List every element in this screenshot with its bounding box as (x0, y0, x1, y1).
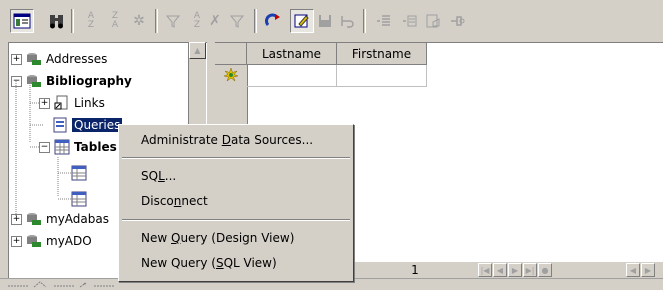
database-icon (27, 235, 41, 247)
database-icon (27, 53, 41, 65)
menu-item-new-query-sql-view[interactable]: New Query (SQL View) (122, 252, 348, 274)
menu-separator (122, 219, 350, 221)
last-record-icon[interactable]: ▶| (523, 263, 537, 277)
collapse-icon[interactable]: − (11, 75, 22, 87)
menu-item-administrate-data-sources[interactable]: Administrate Data Sources... (122, 129, 348, 151)
find-icon[interactable] (46, 10, 68, 32)
tables-icon (54, 139, 70, 155)
tree-item-queries[interactable]: Queries (39, 115, 123, 135)
table-icon (71, 191, 87, 207)
expand-icon[interactable]: + (39, 97, 50, 109)
sort-ascending-icon[interactable]: AZ (80, 10, 102, 32)
table-icon (71, 165, 87, 181)
links-icon (54, 95, 68, 110)
tree-item-label: Addresses (46, 52, 108, 66)
splitter-grip-icon[interactable] (6, 280, 116, 289)
next-record-icon[interactable]: ▶ (508, 263, 522, 277)
scroll-up-arrow-icon[interactable]: ▲ (189, 42, 206, 59)
expand-icon[interactable]: + (11, 235, 22, 247)
save-record-icon[interactable] (314, 10, 336, 32)
menu-item-sql[interactable]: SQL... (122, 165, 348, 187)
menu-item-new-query-design-view[interactable]: New Query (Design View) (122, 227, 348, 249)
column-header-lastname[interactable]: Lastname (247, 43, 337, 65)
new-record-nav-icon[interactable]: ● (538, 263, 552, 277)
new-row-firstname-cell[interactable] (337, 65, 427, 87)
data-source-icon[interactable] (446, 10, 468, 32)
database-icon (27, 213, 41, 225)
undo-icon[interactable] (336, 10, 358, 32)
menu-item-disconnect[interactable]: Disconnect (122, 190, 348, 212)
tree-item-label: Bibliography (46, 74, 132, 88)
grid-corner[interactable] (215, 43, 247, 65)
tree-item-myadabas[interactable]: + myAdabas (11, 209, 109, 229)
refresh-icon[interactable] (262, 10, 284, 32)
expand-icon[interactable]: + (11, 213, 22, 225)
tree-item-label: myADO (46, 234, 92, 248)
toolbar: AZ ZA ✲ AZ ✗ (0, 0, 663, 40)
mail-merge-icon[interactable] (422, 10, 444, 32)
first-record-icon[interactable]: |◀ (478, 263, 492, 277)
auto-sort-icon[interactable]: ✲ (128, 10, 150, 32)
tree-item-label: Tables (74, 140, 117, 154)
tree-item-table[interactable] (71, 189, 91, 209)
remove-filter-icon[interactable] (226, 10, 248, 32)
edit-data-icon[interactable] (290, 9, 314, 33)
expand-icon[interactable]: + (11, 53, 22, 65)
explorer-toggle-icon[interactable] (10, 9, 34, 33)
tree-item-label: Links (74, 96, 105, 110)
context-menu: Administrate Data Sources... SQL... Disc… (118, 124, 354, 282)
collapse-icon[interactable]: − (39, 141, 50, 153)
menu-separator (122, 157, 350, 159)
tree-item-links[interactable]: + Links (39, 93, 105, 113)
tree-item-label: Queries (72, 118, 123, 132)
query-icon (53, 117, 67, 133)
scroll-right-icon[interactable]: ▶ (641, 263, 655, 277)
tree-item-bibliography[interactable]: − Bibliography (11, 71, 132, 91)
new-row-lastname-cell[interactable] (247, 65, 337, 87)
record-number[interactable]: 1 (395, 263, 435, 277)
tree-item-myado[interactable]: + myADO (11, 231, 92, 251)
previous-record-icon[interactable]: ◀ (493, 263, 507, 277)
database-icon (27, 75, 41, 87)
scroll-left-icon[interactable]: ◀ (626, 263, 640, 277)
tree-item-tables[interactable]: − Tables (39, 137, 117, 157)
sort-descending-icon[interactable]: ZA (104, 10, 126, 32)
filter-icon[interactable]: ✗ (204, 10, 226, 32)
data-to-fields-icon[interactable] (398, 10, 420, 32)
tree-item-table[interactable] (71, 163, 91, 183)
data-to-text-icon[interactable] (372, 10, 394, 32)
column-header-firstname[interactable]: Firstname (337, 43, 427, 65)
auto-filter-icon[interactable] (162, 10, 184, 32)
tree-item-label: myAdabas (46, 212, 109, 226)
tree-item-addresses[interactable]: + Addresses (11, 49, 107, 69)
new-record-icon (224, 68, 238, 82)
